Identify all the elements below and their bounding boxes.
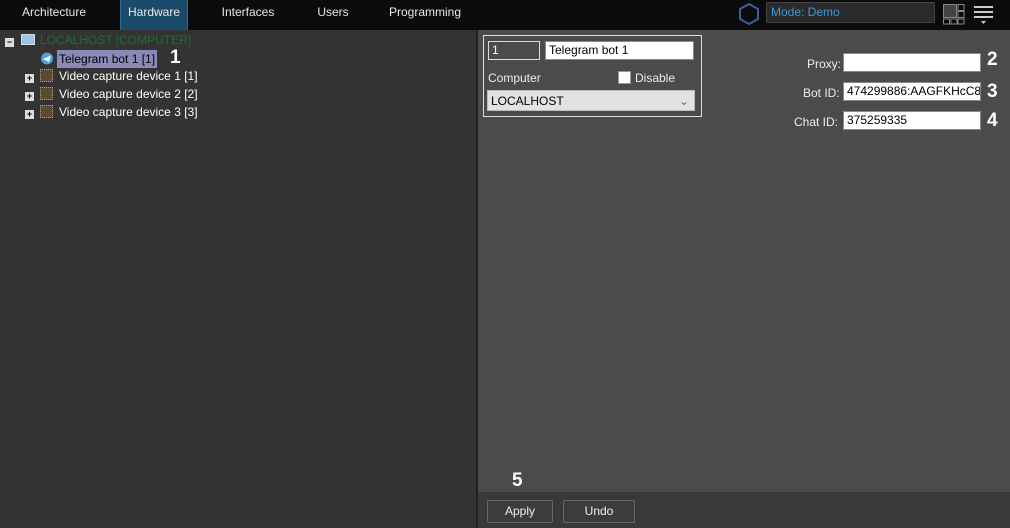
tree-item-video-1[interactable]: Video capture device 1 [1] bbox=[59, 67, 198, 85]
disable-label: Disable bbox=[635, 71, 676, 85]
apply-button[interactable]: Apply bbox=[487, 500, 553, 523]
telegram-icon bbox=[41, 52, 53, 65]
top-nav: Architecture Hardware Interfaces Users P… bbox=[0, 0, 1010, 30]
video-device-icon bbox=[40, 105, 53, 118]
tab-users[interactable]: Users bbox=[305, 0, 361, 30]
tab-interfaces[interactable]: Interfaces bbox=[210, 0, 286, 30]
tree-item-video-2[interactable]: Video capture device 2 [2] bbox=[59, 85, 198, 103]
bot-id-field[interactable]: 474299886:AAGFKHcC8AF bbox=[843, 82, 981, 101]
callout-3: 3 bbox=[987, 81, 998, 102]
tab-programming[interactable]: Programming bbox=[385, 0, 465, 30]
chevron-down-icon: ⌄ bbox=[678, 94, 689, 108]
action-bar bbox=[478, 492, 1010, 528]
proxy-field[interactable] bbox=[843, 53, 981, 72]
tree-root[interactable]: LOCALHOST [COMPUTER] bbox=[40, 31, 191, 49]
chat-id-field[interactable]: 375259335 bbox=[843, 111, 981, 130]
mode-field[interactable]: Mode: Demo bbox=[766, 2, 935, 23]
video-device-icon bbox=[40, 87, 53, 100]
menu-icon[interactable] bbox=[974, 5, 994, 25]
tab-hardware[interactable]: Hardware bbox=[120, 0, 188, 30]
chat-id-label: Chat ID: bbox=[794, 115, 839, 129]
expand-icon[interactable]: + bbox=[25, 110, 34, 119]
proxy-label: Proxy: bbox=[807, 57, 842, 71]
callout-1: 1 bbox=[170, 47, 181, 68]
undo-button[interactable]: Undo bbox=[563, 500, 635, 523]
computer-icon bbox=[21, 34, 35, 45]
callout-4: 4 bbox=[987, 110, 998, 131]
computer-select[interactable]: LOCALHOST ⌄ bbox=[487, 90, 695, 111]
tree-item-video-3[interactable]: Video capture device 3 [3] bbox=[59, 103, 198, 121]
callout-2: 2 bbox=[987, 49, 998, 70]
id-field[interactable]: 1 bbox=[488, 41, 540, 60]
video-device-icon bbox=[40, 69, 53, 82]
tree-item-telegram-bot[interactable]: Telegram bot 1 [1] bbox=[57, 50, 158, 68]
expand-icon[interactable]: + bbox=[25, 74, 34, 83]
disable-checkbox[interactable] bbox=[618, 71, 631, 84]
expand-icon[interactable]: + bbox=[25, 92, 34, 101]
hexagon-logo-icon bbox=[739, 2, 759, 26]
layout-grid-icon[interactable] bbox=[943, 4, 965, 25]
computer-select-value: LOCALHOST bbox=[491, 94, 564, 108]
callout-5: 5 bbox=[512, 470, 523, 491]
computer-label: Computer bbox=[488, 71, 541, 85]
collapse-icon[interactable]: − bbox=[5, 38, 14, 47]
bot-id-label: Bot ID: bbox=[803, 86, 840, 100]
tab-architecture[interactable]: Architecture bbox=[8, 0, 100, 30]
name-field[interactable]: Telegram bot 1 bbox=[545, 41, 694, 60]
